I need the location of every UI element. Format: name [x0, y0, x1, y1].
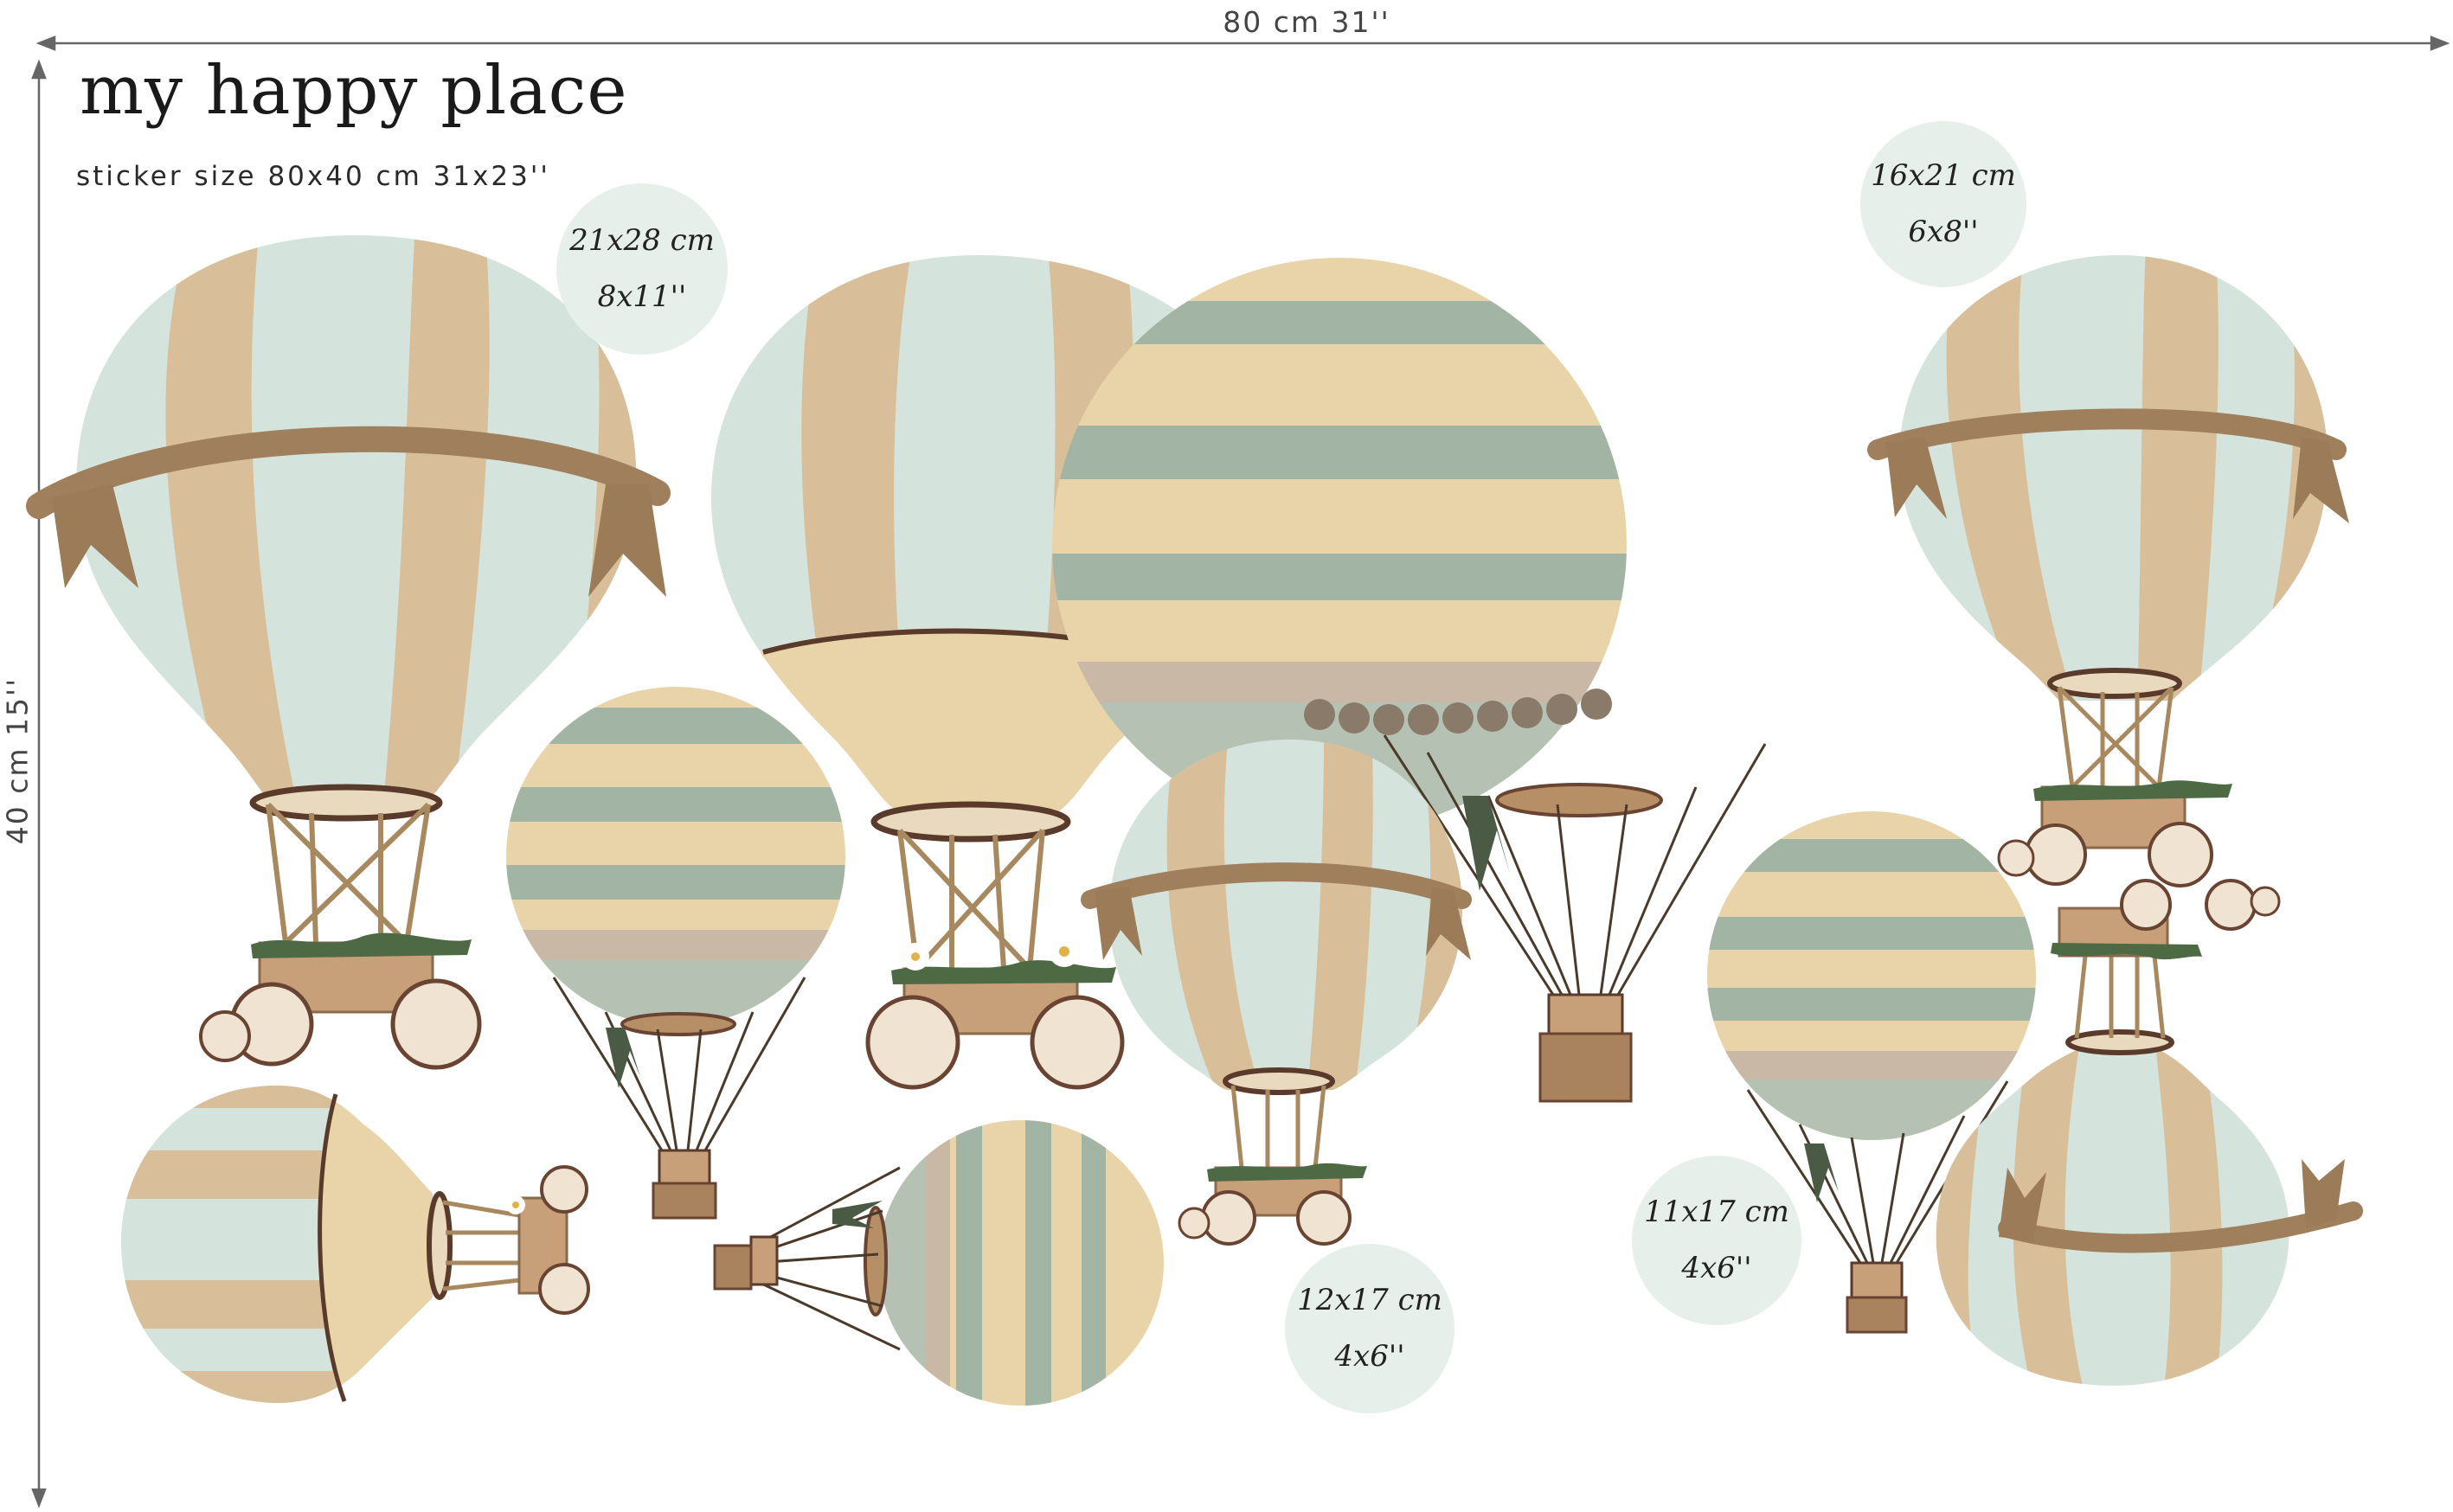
size-badge-16x21: 16x21 cm 6x8''	[1860, 121, 2026, 287]
size-badge-imperial: 4x6''	[1334, 1339, 1405, 1374]
size-badge-imperial: 8x11''	[597, 279, 687, 314]
size-badge-metric: 12x17 cm	[1297, 1283, 1442, 1318]
balloon-b	[506, 687, 845, 1220]
size-badge-metric: 11x17 cm	[1644, 1195, 1789, 1230]
width-dimension-label: 80 cm 31''	[1125, 5, 1488, 39]
balloon-f	[1081, 740, 1472, 1246]
size-badge-metric: 16x21 cm	[1871, 158, 2016, 194]
balloon-artwork	[26, 35, 2450, 1509]
size-badge-11x17: 11x17 cm 4x6''	[1632, 1156, 1801, 1325]
balloon-j	[713, 1120, 1164, 1406]
size-badge-metric: 21x28 cm	[569, 223, 715, 259]
size-badge-imperial: 6x8''	[1908, 215, 1979, 249]
sticker-sheet: 80 cm 31'' 40 cm 15'' my happy place sti…	[0, 0, 2453, 1512]
brand-logo: my happy place	[80, 52, 628, 130]
size-badge-imperial: 4x6''	[1681, 1251, 1752, 1285]
size-badge-21x28: 21x28 cm 8x11''	[556, 183, 728, 355]
size-badge-12x17: 12x17 cm 4x6''	[1285, 1244, 1454, 1413]
sticker-size-label: sticker size 80x40 cm 31x23''	[76, 161, 550, 192]
balloon-i	[120, 1086, 590, 1403]
brand-title-part2: place	[440, 52, 628, 130]
balloon-e	[1867, 255, 2349, 887]
brand-title-part1: my happy	[80, 52, 419, 130]
height-dimension-label: 40 cm 15''	[0, 648, 35, 874]
